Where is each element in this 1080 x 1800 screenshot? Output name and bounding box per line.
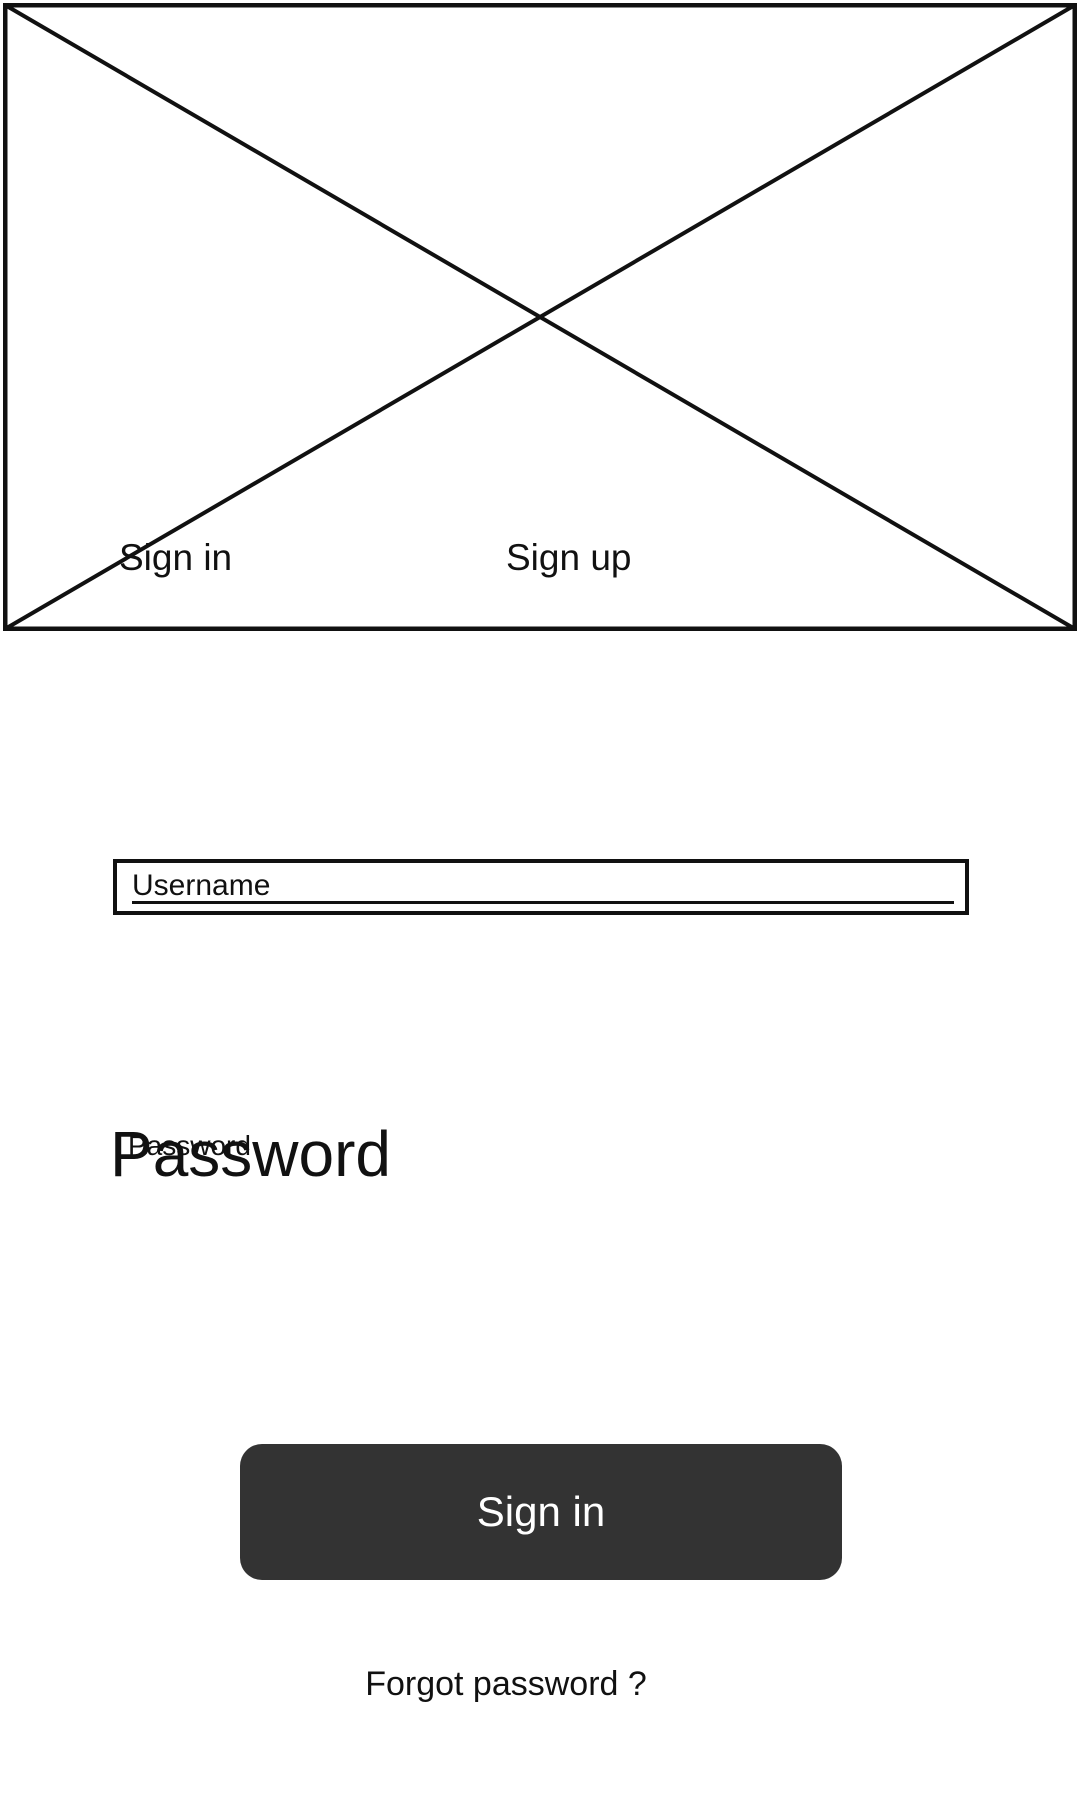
username-input[interactable]	[132, 870, 954, 904]
password-input[interactable]	[128, 1128, 528, 1164]
forgot-password-link[interactable]: Forgot password ?	[0, 1664, 1012, 1704]
password-field-container: Password	[110, 1118, 970, 1198]
tab-sign-in[interactable]: Sign in	[119, 538, 232, 578]
sign-in-button[interactable]: Sign in	[240, 1444, 842, 1580]
tab-sign-up[interactable]: Sign up	[506, 538, 632, 578]
username-field-container	[113, 859, 969, 915]
header-image-placeholder: Sign in Sign up	[3, 3, 1077, 631]
